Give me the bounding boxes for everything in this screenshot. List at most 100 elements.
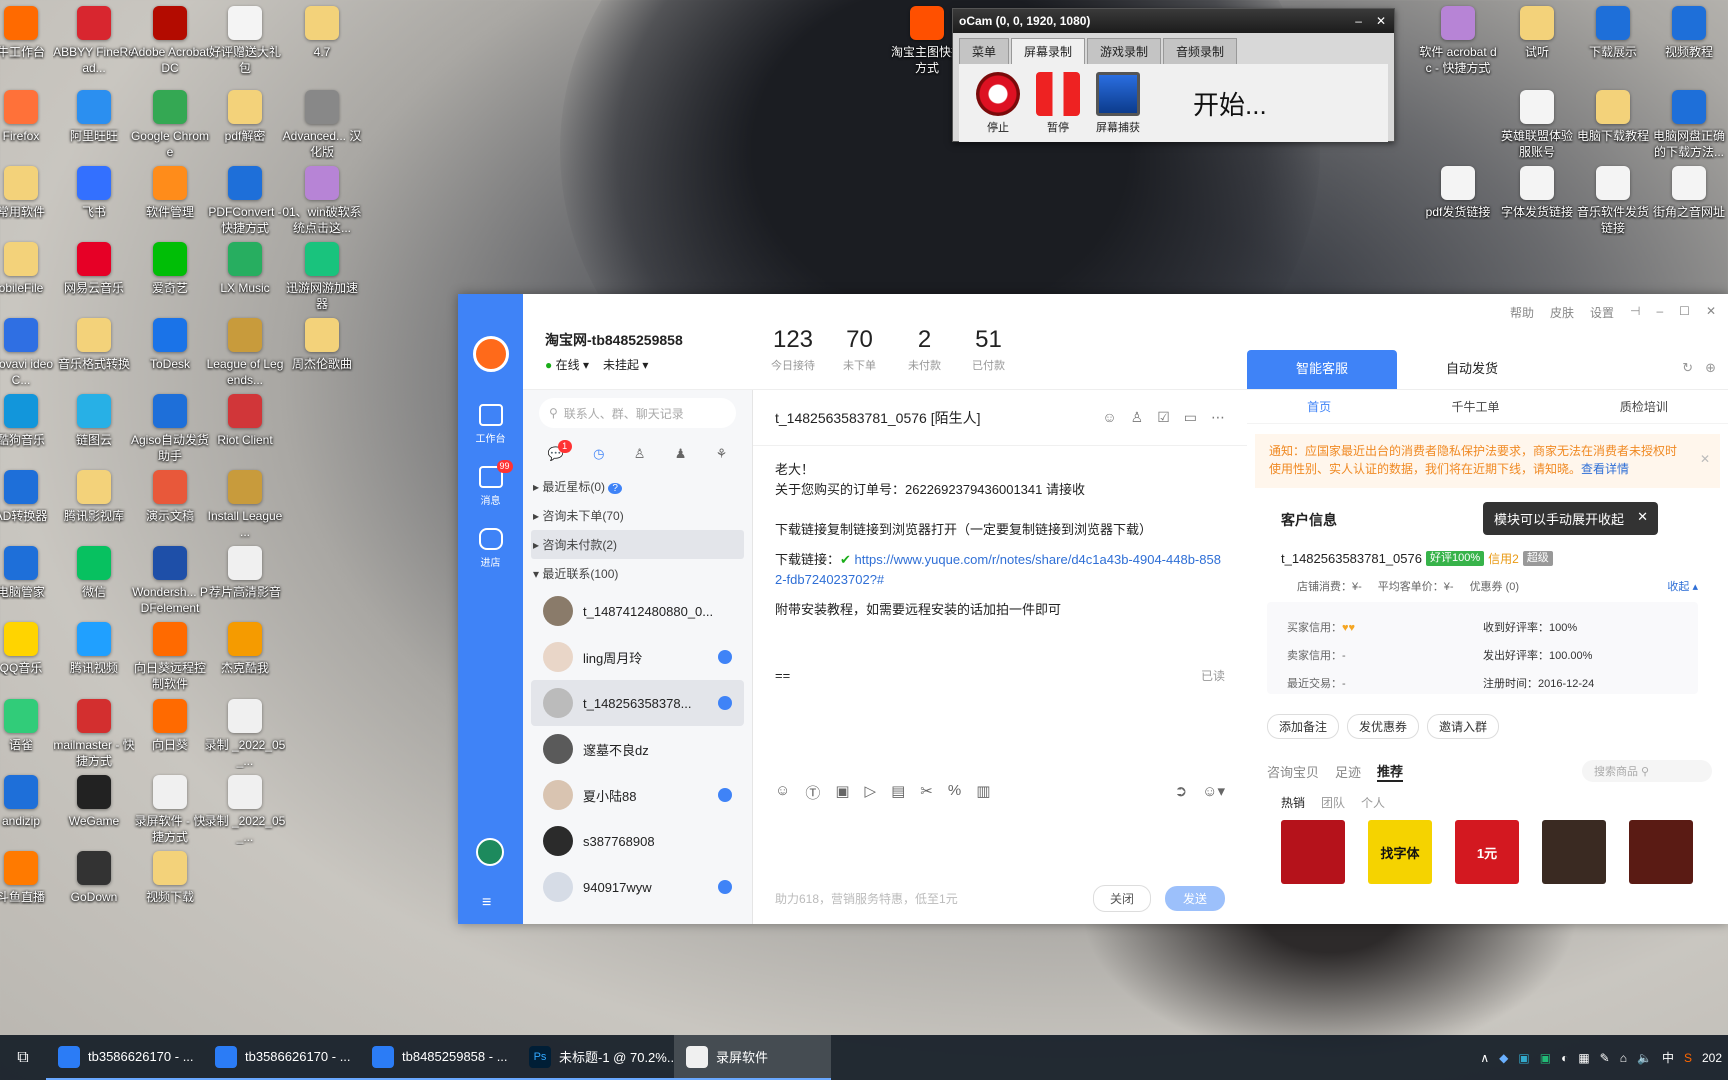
- product-thumbnail[interactable]: [1281, 820, 1345, 884]
- user-icon[interactable]: ♙: [1131, 409, 1144, 426]
- skin-link[interactable]: 皮肤: [1550, 304, 1574, 321]
- chat-tab[interactable]: 💬 1: [548, 440, 572, 462]
- refresh-icon[interactable]: ↻: [1682, 360, 1693, 379]
- desktop-icon[interactable]: 录屏软件 - 快捷方式: [129, 773, 211, 845]
- close-icon[interactable]: ✕: [1637, 509, 1648, 525]
- stat-paid[interactable]: 51 已付款: [972, 326, 1005, 373]
- contact-item[interactable]: s387768908: [531, 818, 744, 864]
- tab-auto-ship[interactable]: 自动发货: [1397, 350, 1547, 389]
- taskbar-item[interactable]: 录屏软件: [674, 1035, 831, 1080]
- org-tab[interactable]: ⚘: [716, 446, 728, 462]
- product-thumbnail[interactable]: [1629, 820, 1693, 884]
- desktop-icon[interactable]: PDFConvert - 快捷方式: [204, 164, 286, 236]
- desktop-icon[interactable]: 飞书: [53, 164, 135, 220]
- subtab-workorder[interactable]: 千牛工单: [1451, 398, 1499, 415]
- input-method[interactable]: 中: [1662, 1049, 1674, 1066]
- tab-smart-service[interactable]: 智能客服: [1247, 350, 1397, 389]
- desktop-icon[interactable]: Riot Client: [204, 392, 286, 448]
- nav-shop[interactable]: 进店: [458, 528, 523, 569]
- more-icon[interactable]: ⋯: [1211, 409, 1225, 426]
- pause-button[interactable]: 暂停: [1033, 71, 1083, 135]
- desktop-icon[interactable]: pdf发货链接: [1417, 164, 1499, 220]
- desktop-icon[interactable]: Google Chrome: [129, 88, 211, 160]
- search-input[interactable]: ⚲ 联系人、群、聊天记录: [539, 398, 736, 428]
- taskbar-item[interactable]: Ps 未标题-1 @ 70.2%...: [517, 1035, 674, 1080]
- nav-messages[interactable]: 99 消息: [458, 460, 523, 507]
- send-coupon-button[interactable]: 发优惠券: [1347, 714, 1420, 739]
- desktop-icon[interactable]: pdf解密: [204, 88, 286, 144]
- video-icon[interactable]: ▭: [1184, 409, 1197, 426]
- emoji-icon[interactable]: ☺: [775, 782, 790, 803]
- desktop-icon[interactable]: 4.7: [281, 4, 363, 60]
- desktop-icon[interactable]: 阿里旺旺: [53, 88, 135, 144]
- send-button[interactable]: 发送: [1164, 886, 1225, 911]
- tab-menu[interactable]: 菜单: [959, 38, 1010, 64]
- subtab-training[interactable]: 质检培训: [1620, 398, 1668, 415]
- minimize-icon[interactable]: –: [1355, 14, 1362, 28]
- desktop-icon[interactable]: 腾讯影视库: [53, 468, 135, 524]
- stat-today[interactable]: 123 今日接待: [771, 326, 815, 373]
- volume-icon[interactable]: 🔈: [1637, 1051, 1652, 1065]
- desktop-icon[interactable]: Adobe Acrobat DC: [129, 4, 211, 76]
- tab-consult-item[interactable]: 咨询宝贝: [1267, 762, 1319, 781]
- desktop-icon[interactable]: 向日葵远程控制软件: [129, 620, 211, 692]
- desktop-icon[interactable]: ABBYY FineRead...: [53, 4, 135, 76]
- desktop-icon[interactable]: 演示文稿: [129, 468, 211, 524]
- desktop-icon[interactable]: Agiso自动发货助手: [129, 392, 211, 464]
- contact-item[interactable]: t_148256358378...: [531, 680, 744, 726]
- tab-footprint[interactable]: 足迹: [1335, 762, 1361, 781]
- taskbar-item[interactable]: tb3586626170 - ...: [46, 1035, 203, 1080]
- tab-hot[interactable]: 热销: [1281, 794, 1305, 811]
- taskbar-item[interactable]: tb8485259858 - ...: [360, 1035, 517, 1080]
- sogou-icon[interactable]: S: [1684, 1051, 1692, 1065]
- menu-icon[interactable]: ≡: [482, 894, 491, 912]
- scissors-icon[interactable]: ✂: [920, 782, 933, 803]
- user-avatar[interactable]: [476, 838, 504, 866]
- contact-item[interactable]: 邃墓不良dz: [531, 726, 744, 772]
- contacts-tab[interactable]: ♙: [634, 446, 646, 462]
- desktop-icon[interactable]: 视频教程: [1648, 4, 1728, 60]
- collapse-link[interactable]: 收起 ▴: [1667, 578, 1698, 594]
- desktop-icon[interactable]: ToDesk: [129, 316, 211, 372]
- network-icon[interactable]: ⌂: [1620, 1051, 1627, 1065]
- desktop-icon[interactable]: LX Music: [204, 240, 286, 296]
- close-icon[interactable]: ✕: [1700, 450, 1710, 468]
- desktop-icon[interactable]: 街角之音网址: [1648, 164, 1728, 220]
- group-no-order[interactable]: ▸ 咨询未下单(70): [523, 501, 752, 530]
- group-unpaid[interactable]: ▸ 咨询未付款(2): [531, 530, 744, 559]
- desktop-icon[interactable]: 音乐软件发货链接: [1572, 164, 1654, 236]
- desktop-icon[interactable]: 链图云: [53, 392, 135, 448]
- tab-screen-record[interactable]: 屏幕录制: [1011, 38, 1086, 64]
- group-tab[interactable]: ♟: [675, 446, 687, 462]
- close-icon[interactable]: ✕: [1706, 304, 1716, 321]
- group-recent[interactable]: ▾ 最近联系(100): [523, 559, 752, 588]
- hang-status[interactable]: 未挂起 ▾: [603, 356, 648, 373]
- desktop-icon[interactable]: 下载展示: [1572, 4, 1654, 60]
- desktop-icon[interactable]: 荐片高清影音: [204, 544, 286, 600]
- video-icon[interactable]: ▷: [865, 782, 877, 803]
- desktop-icon[interactable]: 软件管理: [129, 164, 211, 220]
- subtab-home[interactable]: 首页: [1307, 398, 1331, 415]
- stat-no-order[interactable]: 70 未下单: [843, 326, 876, 373]
- desktop-icon[interactable]: 好评赠送大礼包: [204, 4, 286, 76]
- screen-capture-button[interactable]: 屏幕捕获: [1093, 71, 1143, 135]
- desktop-icon[interactable]: League of Legends...: [204, 316, 286, 388]
- desktop-icon[interactable]: 试听: [1496, 4, 1578, 60]
- recent-tab[interactable]: ◷: [593, 446, 604, 462]
- task-view-icon[interactable]: ⧉: [0, 1049, 46, 1067]
- contact-item[interactable]: 940917wyw: [531, 864, 744, 910]
- taskbar-item[interactable]: tb3586626170 - ...: [203, 1035, 360, 1080]
- card-icon[interactable]: ▥: [976, 782, 990, 803]
- desktop-icon[interactable]: 向日葵: [129, 697, 211, 753]
- desktop-icon[interactable]: 字体发货链接: [1496, 164, 1578, 220]
- desktop-icon[interactable]: Install League ...: [204, 468, 286, 540]
- desktop-icon[interactable]: 爱奇艺: [129, 240, 211, 296]
- help-link[interactable]: 帮助: [1510, 304, 1534, 321]
- contact-item[interactable]: ling周月玲: [531, 634, 744, 680]
- tab-recommend[interactable]: 推荐: [1377, 761, 1404, 782]
- desktop-icon[interactable]: 音乐格式转换: [53, 316, 135, 372]
- desktop-icon[interactable]: 腾讯视频: [53, 620, 135, 676]
- desktop-icon[interactable]: 电脑下载教程: [1572, 88, 1654, 144]
- add-note-button[interactable]: 添加备注: [1267, 714, 1340, 739]
- desktop-icon[interactable]: 杰克酷我: [204, 620, 286, 676]
